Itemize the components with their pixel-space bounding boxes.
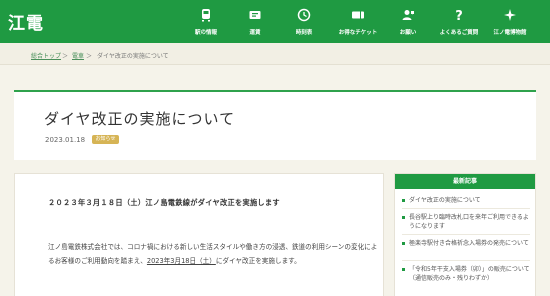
breadcrumb-current: ダイヤ改正の実施について (97, 53, 169, 60)
nav-value-tickets[interactable]: お得なチケット (330, 0, 386, 43)
article-paragraph: 江ノ島電鉄株式会社では、コロナ禍における新しい生活スタイルや働き方の浸透、鉄道の… (48, 240, 378, 268)
divider (402, 234, 530, 235)
clock-icon (297, 8, 311, 22)
train-icon (202, 9, 210, 22)
nav-label: よくあるご質問 (439, 30, 479, 36)
category-badge[interactable]: お知らせ (92, 135, 119, 144)
latest-articles-panel: 最新記事 ダイヤ改正の実施について 長谷駅上り臨時改札口を来年ご利用できるように… (394, 173, 536, 296)
nav-faq[interactable]: ? よくあるご質問 (431, 0, 487, 43)
nav-station-info[interactable]: 駅の情報 (178, 0, 234, 43)
divider (402, 208, 530, 209)
breadcrumb-separator: ＞ (62, 53, 69, 60)
article-lead: ２０２３年３月１８日（土）江ノ島電鉄線がダイヤ改正を実施します (48, 198, 280, 207)
breadcrumb-home[interactable]: 総合トップ (31, 51, 61, 60)
divider (402, 260, 530, 261)
nav-label: 江ノ電博物館 (493, 30, 527, 36)
paragraph-text: にダイヤ改正を実施します。 (215, 257, 301, 265)
nav-label: 運賃 (249, 30, 261, 36)
request-icon (402, 10, 414, 20)
nav-museum[interactable]: 江ノ電博物館 (482, 0, 538, 43)
svg-text:?: ? (455, 9, 463, 22)
nav-label: お得なチケット (338, 30, 378, 36)
article-header: ダイヤ改正の実施について 2023.01.18 お知らせ (14, 90, 536, 160)
breadcrumb: 総合トップ ＞ 電車 ＞ ダイヤ改正の実施について (0, 43, 550, 65)
breadcrumb-separator: ＞ (86, 53, 93, 60)
latest-article-link[interactable]: 長谷駅上り臨時改札口を来年ご利用できるようになります (402, 214, 530, 231)
nav-label: お願い (399, 30, 417, 36)
nav-label: 時刻表 (295, 30, 313, 36)
tag-ticket-icon (352, 11, 364, 19)
article-date: 2023.01.18 (45, 136, 86, 144)
article-body: ２０２３年３月１８日（土）江ノ島電鉄線がダイヤ改正を実施します 江ノ島電鉄株式会… (14, 173, 384, 296)
nav-fare[interactable]: 運賃 (227, 0, 283, 43)
sparkle-icon (504, 9, 516, 21)
latest-article-link[interactable]: 極楽寺駅付き合格祈念入場券の発売について (402, 240, 530, 249)
question-icon: ? (455, 9, 463, 22)
latest-article-link[interactable]: 「令和5年干支入場券（卯）」の販売について（通信販売のみ・残りわずか） (402, 266, 530, 283)
nav-timetable[interactable]: 時刻表 (276, 0, 332, 43)
nav-requests[interactable]: お願い (380, 0, 436, 43)
breadcrumb-section[interactable]: 電車 (72, 51, 84, 60)
latest-article-link[interactable]: ダイヤ改正の実施について (402, 197, 530, 206)
ticket-icon (249, 11, 261, 19)
page-title: ダイヤ改正の実施について (44, 110, 236, 128)
revision-date: 2023年3月18日（土） (146, 257, 216, 265)
latest-articles-heading: 最新記事 (395, 174, 535, 189)
site-header: 江電 駅の情報 運賃 時刻表 お得なチケット お願い ? よくあるご質問 江ノ電… (0, 0, 550, 43)
nav-label: 駅の情報 (194, 30, 217, 36)
enoden-logo[interactable]: 江電 (8, 9, 44, 34)
